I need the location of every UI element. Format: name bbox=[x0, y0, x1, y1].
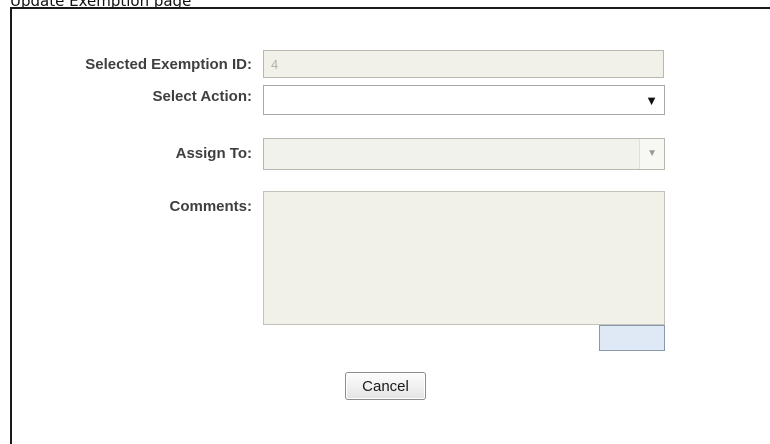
comments-label: Comments: bbox=[169, 198, 252, 215]
cancel-button[interactable]: Cancel bbox=[345, 372, 426, 400]
comments-char-counter-box bbox=[599, 325, 665, 351]
select-action-dropdown[interactable]: ▼ bbox=[263, 85, 665, 115]
select-action-label: Select Action: bbox=[152, 88, 252, 105]
chevron-down-icon: ▼ bbox=[647, 148, 657, 159]
assign-to-dropdown[interactable]: ▼ bbox=[263, 138, 665, 170]
exemption-id-field: 4 bbox=[263, 50, 664, 78]
assign-to-label: Assign To: bbox=[175, 145, 252, 162]
exemption-id-label: Selected Exemption ID: bbox=[85, 56, 252, 73]
comments-textarea[interactable] bbox=[263, 191, 665, 325]
update-exemption-dialog: Selected Exemption ID: 4 Select Action: … bbox=[10, 7, 770, 444]
chevron-down-icon[interactable]: ▼ bbox=[645, 92, 658, 110]
assign-to-arrow-button[interactable]: ▼ bbox=[639, 139, 664, 169]
